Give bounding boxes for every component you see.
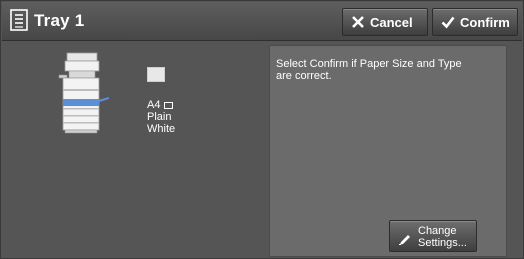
- pen-icon: [399, 235, 410, 245]
- cancel-button[interactable]: Cancel: [342, 8, 428, 36]
- paper-type: Plain: [147, 111, 172, 123]
- paper-color: White: [147, 123, 176, 135]
- change-settings-label: Change Settings...: [418, 225, 467, 249]
- paper-size: A4: [147, 99, 161, 111]
- paper-swatch: [147, 67, 165, 82]
- page-title: Tray 1: [34, 11, 85, 30]
- message-panel: Select Confirm if Paper Size and Type ar…: [269, 45, 507, 257]
- close-icon: [352, 16, 364, 28]
- confirm-label: Confirm: [460, 14, 510, 30]
- screen-frame: Tray 1 Cancel Confirm A4 Plain White Sel…: [0, 0, 524, 259]
- confirm-button[interactable]: Confirm: [432, 8, 518, 36]
- paper-size-row: A4: [147, 99, 175, 111]
- check-icon: [441, 16, 455, 29]
- instruction-text: Select Confirm if Paper Size and Type ar…: [276, 58, 462, 82]
- tray-list-icon: [10, 9, 28, 31]
- change-label-line2: Settings...: [418, 237, 467, 249]
- printer-illustration: [58, 52, 109, 134]
- paper-landscape-icon: [164, 101, 174, 109]
- change-settings-button[interactable]: Change Settings...: [389, 220, 477, 252]
- paper-info: A4 Plain White: [147, 99, 175, 135]
- change-label-line1: Change: [418, 225, 457, 237]
- header-bar: Tray 1 Cancel Confirm: [2, 2, 522, 41]
- cancel-label: Cancel: [370, 14, 413, 30]
